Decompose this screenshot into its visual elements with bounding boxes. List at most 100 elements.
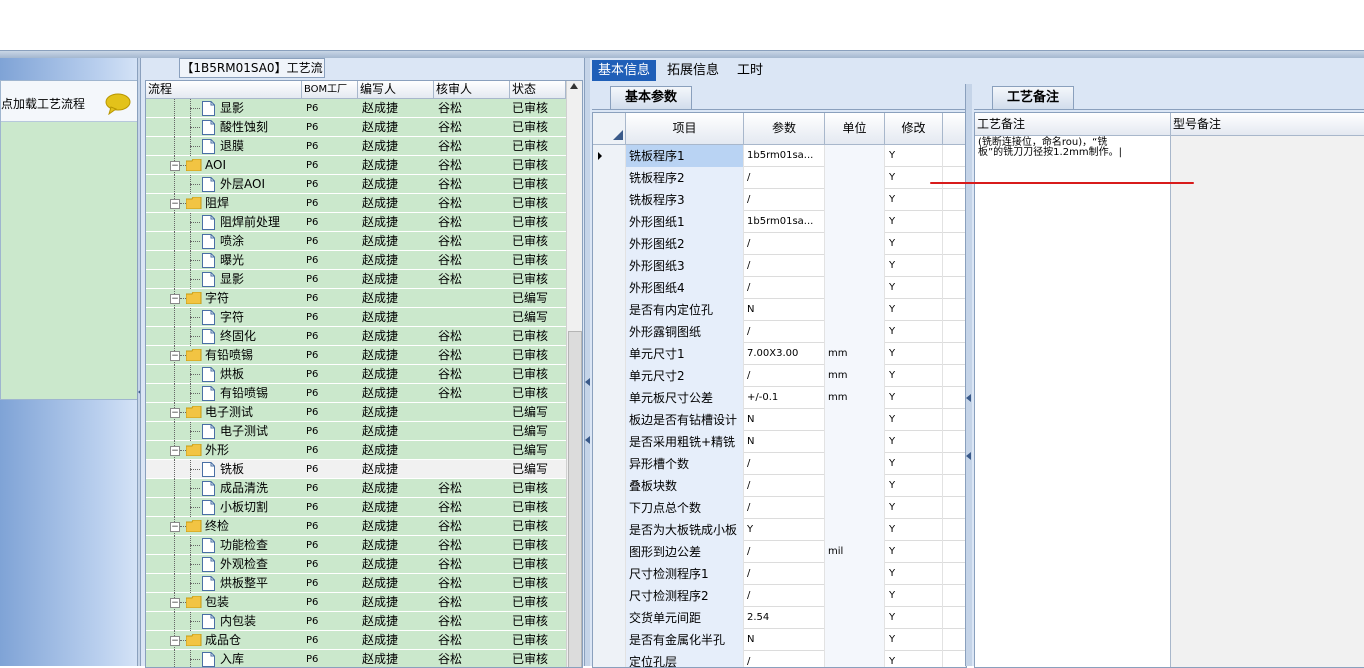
param-modify-cell[interactable]: Y (885, 321, 943, 343)
param-unit-cell[interactable] (825, 585, 885, 607)
tree-row[interactable]: − AOI P6 赵成捷 谷松 已审核 (146, 156, 566, 175)
param-unit-cell[interactable] (825, 607, 885, 629)
param-row[interactable]: 是否为大板铣成小板 Y Y (593, 519, 966, 541)
param-unit-cell[interactable] (825, 299, 885, 321)
param-row[interactable]: 单元尺寸2/mm Y (593, 365, 966, 387)
param-item-cell[interactable]: 尺寸检测程序1 (626, 563, 744, 585)
tree-row[interactable]: 酸性蚀刻 P6 赵成捷 谷松 已审核 (146, 118, 566, 137)
tree-row[interactable]: 内包装 P6 赵成捷 谷松 已审核 (146, 612, 566, 631)
note-grid[interactable]: 工艺备注 型号备注 (铣断连接位，命名rou)，“铣 板”的铣刀刀径按1.2mm… (974, 112, 1364, 668)
param-item-cell[interactable]: 异形槽个数 (626, 453, 744, 475)
param-value-cell[interactable]: Y (744, 519, 825, 541)
col-header-status[interactable]: 状态 (510, 81, 566, 98)
param-modify-cell[interactable]: Y (885, 563, 943, 585)
tree-row[interactable]: − 外形 P6 赵成捷 已编写 (146, 441, 566, 460)
param-item-cell[interactable]: 叠板块数 (626, 475, 744, 497)
param-unit-cell[interactable] (825, 211, 885, 233)
tree-row[interactable]: − 阻焊 P6 赵成捷 谷松 已审核 (146, 194, 566, 213)
subtab-basic-params[interactable]: 基本参数 (610, 86, 692, 109)
param-value-cell[interactable]: / (744, 255, 825, 277)
tree-row[interactable]: − 字符 P6 赵成捷 已编写 (146, 289, 566, 308)
tree-row[interactable]: 烘板 P6 赵成捷 谷松 已审核 (146, 365, 566, 384)
col-header-bom[interactable]: BOM工厂 (302, 81, 358, 98)
param-item-cell[interactable]: 交货单元间距 (626, 607, 744, 629)
tree-row[interactable]: − 电子测试 P6 赵成捷 已编写 (146, 403, 566, 422)
tree-row[interactable]: 显影 P6 赵成捷 谷松 已审核 (146, 99, 566, 118)
param-value-cell[interactable]: / (744, 277, 825, 299)
collapse-node-icon[interactable]: − (170, 294, 180, 304)
col-header-reviewer[interactable]: 核审人 (434, 81, 510, 98)
tab-extended-info[interactable]: 拓展信息 (661, 60, 725, 81)
process-note-cell[interactable]: (铣断连接位，命名rou)，“铣 板”的铣刀刀径按1.2mm制作。| (975, 136, 1171, 667)
param-modify-cell[interactable]: Y (885, 519, 943, 541)
tree-row[interactable]: 有铅喷锡 P6 赵成捷 谷松 已审核 (146, 384, 566, 403)
param-value-cell[interactable]: 2.54 (744, 607, 825, 629)
param-row[interactable]: 铣板程序3/ Y (593, 189, 966, 211)
param-item-cell[interactable]: 单元尺寸2 (626, 365, 744, 387)
tab-work-hours[interactable]: 工时 (731, 60, 769, 81)
select-all-icon[interactable] (613, 130, 623, 140)
param-modify-cell[interactable]: Y (885, 167, 943, 189)
param-value-cell[interactable]: / (744, 497, 825, 519)
process-note-text[interactable]: (铣断连接位，命名rou)，“铣 板”的铣刀刀径按1.2mm制作。| (975, 136, 1170, 160)
param-item-cell[interactable]: 是否有金属化半孔 (626, 629, 744, 651)
param-value-cell[interactable]: / (744, 189, 825, 211)
speech-bubble-icon[interactable] (105, 93, 131, 115)
tab-basic-info[interactable]: 基本信息 (592, 60, 657, 81)
param-modify-cell[interactable]: Y (885, 387, 943, 409)
tree-row[interactable]: − 终检 P6 赵成捷 谷松 已审核 (146, 517, 566, 536)
param-value-cell[interactable]: / (744, 541, 825, 563)
collapse-node-icon[interactable]: − (170, 598, 180, 608)
param-modify-cell[interactable]: Y (885, 453, 943, 475)
param-row[interactable]: 交货单元间距 2.54 Y (593, 607, 966, 629)
param-item-cell[interactable]: 铣板程序3 (626, 189, 744, 211)
flow-tree-grid[interactable]: 流程 BOM工厂 编写人 核审人 状态 显影 P6 赵成捷 谷松 已审核 酸性蚀刻 P6 赵成… (145, 80, 583, 668)
param-item-cell[interactable]: 是否有内定位孔 (626, 299, 744, 321)
param-item-cell[interactable]: 外形图纸4 (626, 277, 744, 299)
param-value-cell[interactable]: / (744, 365, 825, 387)
param-value-cell[interactable]: N (744, 629, 825, 651)
param-unit-cell[interactable] (825, 277, 885, 299)
tree-row[interactable]: 外层AOI P6 赵成捷 谷松 已审核 (146, 175, 566, 194)
tree-row[interactable]: 外观检查 P6 赵成捷 谷松 已审核 (146, 555, 566, 574)
tree-row[interactable]: 铣板 P6 赵成捷 已编写 (146, 460, 566, 479)
tree-row[interactable]: 功能检查 P6 赵成捷 谷松 已审核 (146, 536, 566, 555)
param-item-cell[interactable]: 外形图纸2 (626, 233, 744, 255)
param-item-cell[interactable]: 外形图纸3 (626, 255, 744, 277)
collapse-node-icon[interactable]: − (170, 199, 180, 209)
collapse-node-icon[interactable]: − (170, 636, 180, 646)
param-row[interactable]: 外形图纸2/ Y (593, 233, 966, 255)
param-modify-cell[interactable]: Y (885, 145, 943, 167)
tree-row[interactable]: 入库 P6 赵成捷 谷松 已审核 (146, 650, 566, 667)
collapse-notes-icon[interactable] (966, 394, 971, 402)
param-row[interactable]: 下刀点总个数 / Y (593, 497, 966, 519)
tree-row[interactable]: 成品清洗 P6 赵成捷 谷松 已审核 (146, 479, 566, 498)
tree-row[interactable]: 曝光 P6 赵成捷 谷松 已审核 (146, 251, 566, 270)
param-value-cell[interactable]: 1b5rm01sa... (744, 211, 825, 233)
param-modify-cell[interactable]: Y (885, 475, 943, 497)
param-row[interactable]: 是否有金属化半孔 N Y (593, 629, 966, 651)
param-item-cell[interactable]: 图形到边公差 (626, 541, 744, 563)
flow-tree-scrollbar[interactable] (566, 81, 582, 667)
param-modify-cell[interactable]: Y (885, 629, 943, 651)
col-header-writer[interactable]: 编写人 (358, 81, 434, 98)
param-row[interactable]: 单元尺寸1 7.00X3.00 mm Y (593, 343, 966, 365)
param-modify-cell[interactable]: Y (885, 299, 943, 321)
param-modify-cell[interactable]: Y (885, 431, 943, 453)
param-item-cell[interactable]: 是否采用粗铣+精铣 (626, 431, 744, 453)
param-grid[interactable]: 项目 参数 单位 修改 铣板程序1 1b5rm01sa... Y 铣板程序2/Y 铣板程… (592, 112, 967, 668)
param-value-cell[interactable]: / (744, 167, 825, 189)
col-header-model-note[interactable]: 型号备注 (1171, 113, 1364, 135)
param-unit-cell[interactable] (825, 321, 885, 343)
param-value-cell[interactable]: N (744, 431, 825, 453)
tree-row[interactable]: 烘板整平 P6 赵成捷 谷松 已审核 (146, 574, 566, 593)
param-item-cell[interactable]: 单元尺寸1 (626, 343, 744, 365)
param-unit-cell[interactable] (825, 167, 885, 189)
param-value-cell[interactable]: N (744, 299, 825, 321)
tree-row[interactable]: 喷涂 P6 赵成捷 谷松 已审核 (146, 232, 566, 251)
tree-row[interactable]: 终固化 P6 赵成捷 谷松 已审核 (146, 327, 566, 346)
param-unit-cell[interactable] (825, 651, 885, 667)
param-item-cell[interactable]: 单元板尺寸公差 (626, 387, 744, 409)
param-value-cell[interactable]: / (744, 563, 825, 585)
param-modify-cell[interactable]: Y (885, 233, 943, 255)
